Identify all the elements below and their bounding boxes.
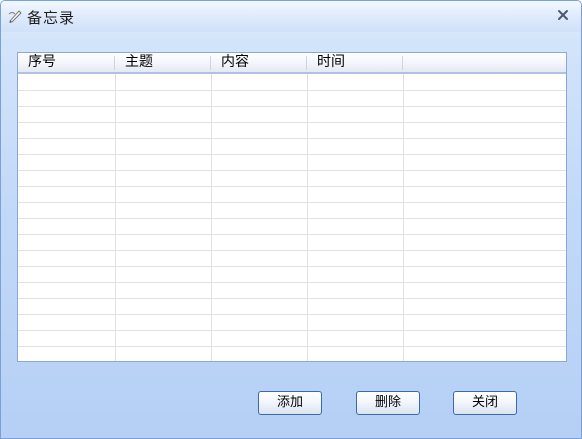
column-header-time[interactable]: 时间 [307, 53, 403, 72]
column-header-subject[interactable]: 主题 [115, 53, 211, 72]
memo-list[interactable]: 序号 主题 内容 时间 [17, 52, 567, 362]
table-row[interactable] [18, 218, 566, 235]
column-label: 序号 [28, 54, 56, 70]
table-row[interactable] [18, 186, 566, 203]
table-row[interactable] [18, 106, 566, 123]
table-row[interactable] [18, 154, 566, 171]
table-row[interactable] [18, 266, 566, 283]
table-row[interactable] [18, 250, 566, 267]
memo-window: 备忘录 序号 主题 内容 时间 添加 删除 关闭 [0, 0, 582, 439]
table-row[interactable] [18, 138, 566, 155]
column-gridline [403, 74, 404, 361]
column-gridline [211, 74, 212, 361]
table-row[interactable] [18, 170, 566, 187]
list-body[interactable] [18, 74, 566, 361]
delete-button[interactable]: 删除 [356, 391, 420, 415]
title-bar[interactable]: 备忘录 [1, 1, 581, 32]
close-icon[interactable] [554, 6, 572, 24]
close-button[interactable]: 关闭 [453, 391, 517, 415]
column-label: 时间 [317, 54, 345, 70]
table-row[interactable] [18, 90, 566, 107]
pen-icon [8, 10, 22, 23]
table-row[interactable] [18, 74, 566, 91]
column-gridline [115, 74, 116, 361]
column-label: 内容 [221, 54, 249, 70]
column-header-filler [403, 53, 566, 72]
column-label: 主题 [125, 54, 153, 70]
column-header-index[interactable]: 序号 [18, 53, 115, 72]
table-row[interactable] [18, 330, 566, 347]
table-row[interactable] [18, 122, 566, 139]
table-row[interactable] [18, 298, 566, 315]
list-header: 序号 主题 内容 时间 [18, 53, 566, 74]
table-row[interactable] [18, 314, 566, 331]
column-gridline [307, 74, 308, 361]
column-header-content[interactable]: 内容 [211, 53, 307, 72]
add-button[interactable]: 添加 [258, 391, 322, 415]
table-row[interactable] [18, 234, 566, 251]
table-row[interactable] [18, 282, 566, 299]
table-row[interactable] [18, 202, 566, 219]
table-row[interactable] [18, 346, 566, 361]
window-title: 备忘录 [27, 9, 76, 27]
